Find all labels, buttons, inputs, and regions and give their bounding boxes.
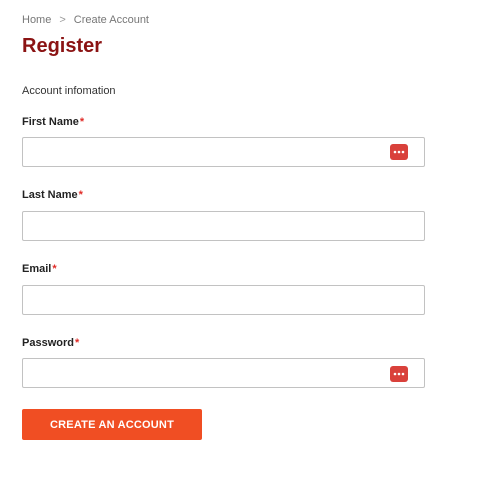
- required-marker: *: [78, 189, 83, 201]
- required-marker: *: [52, 263, 57, 275]
- page-title: Register: [22, 35, 103, 57]
- password-label-text: Password: [22, 337, 74, 349]
- first-name-label: First Name*: [22, 116, 84, 128]
- password-field[interactable]: [22, 358, 425, 388]
- required-marker: *: [79, 116, 85, 128]
- breadcrumb: Home > Create Account: [22, 14, 149, 26]
- password-manager-icon[interactable]: [390, 144, 408, 160]
- breadcrumb-current: Create Account: [73, 14, 149, 26]
- email-field[interactable]: [22, 285, 425, 315]
- required-marker: *: [74, 337, 80, 349]
- register-page: Home > Create Account Register Account i…: [0, 0, 503, 493]
- section-label: Account infomation: [22, 85, 116, 97]
- breadcrumb-home-link[interactable]: Home: [22, 14, 51, 26]
- password-label: Password*: [22, 337, 79, 349]
- first-name-field[interactable]: [22, 137, 425, 167]
- last-name-label: Last Name*: [22, 189, 83, 201]
- password-manager-icon[interactable]: [390, 366, 408, 382]
- email-label-text: Email: [22, 263, 52, 275]
- email-label: Email*: [22, 263, 57, 275]
- breadcrumb-separator: >: [59, 14, 66, 26]
- last-name-label-text: Last Name: [22, 189, 78, 201]
- create-account-button[interactable]: CREATE AN ACCOUNT: [22, 409, 202, 440]
- last-name-field[interactable]: [22, 211, 425, 241]
- first-name-label-text: First Name: [22, 116, 79, 128]
